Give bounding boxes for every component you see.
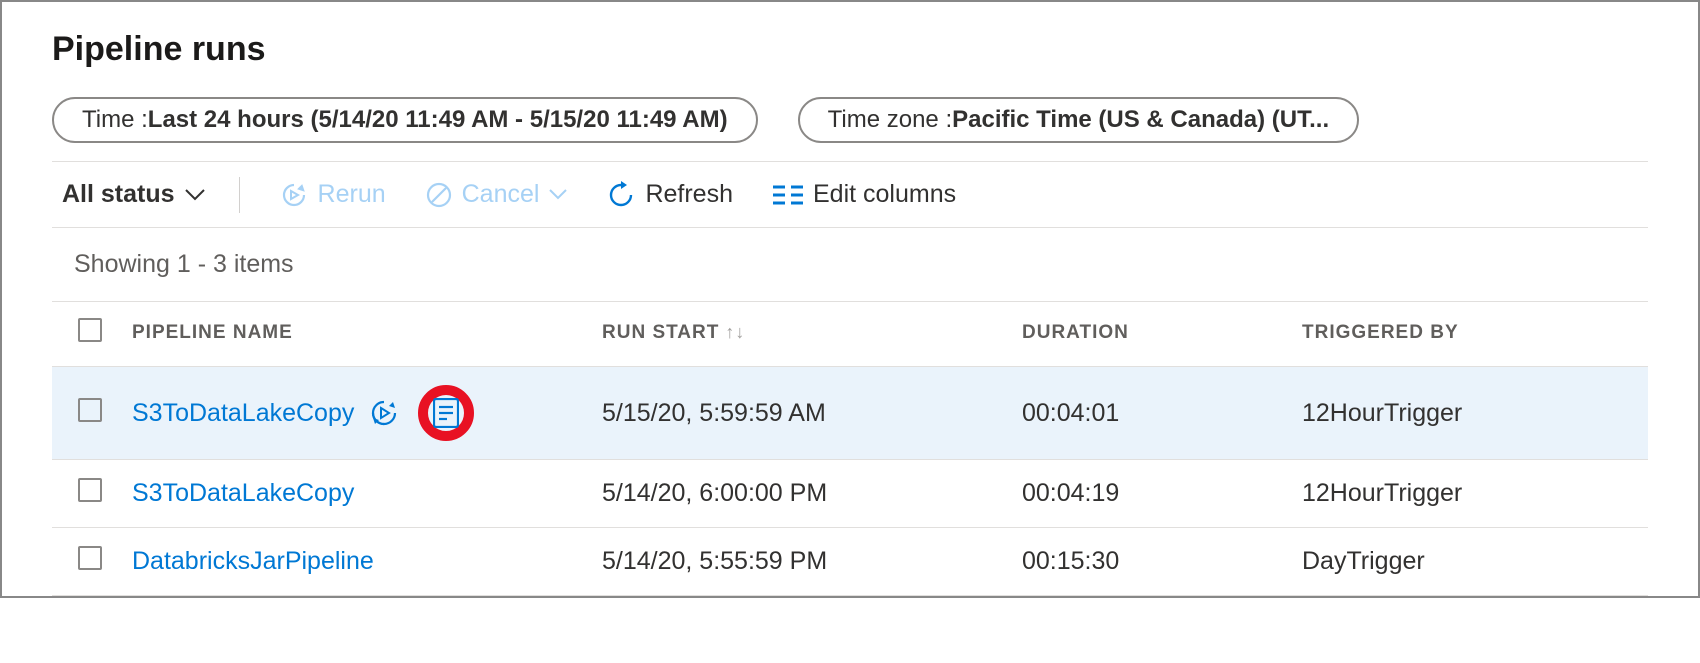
status-filter-label: All status xyxy=(62,180,175,209)
highlight-annotation xyxy=(418,385,474,441)
rerun-button[interactable]: Rerun xyxy=(274,176,392,213)
refresh-label: Refresh xyxy=(645,180,733,209)
col-header-name[interactable]: Pipeline name xyxy=(120,302,590,367)
page-title: Pipeline runs xyxy=(52,30,1648,69)
toolbar: All status Rerun Cancel Refresh xyxy=(52,162,1648,228)
row-checkbox[interactable] xyxy=(78,398,102,422)
columns-icon xyxy=(773,184,803,206)
sort-icon: ↑↓ xyxy=(725,322,745,342)
table-row[interactable]: S3ToDataLakeCopy 5/14/20, 6:00:00 PM 00:… xyxy=(52,460,1648,528)
pipeline-name-link[interactable]: S3ToDataLakeCopy xyxy=(132,479,354,507)
filter-row: Time : Last 24 hours (5/14/20 11:49 AM -… xyxy=(52,97,1648,162)
duration-cell: 00:04:01 xyxy=(1010,367,1290,460)
edit-columns-button[interactable]: Edit columns xyxy=(767,176,962,213)
timezone-filter-label: Time zone : xyxy=(828,106,953,134)
refresh-button[interactable]: Refresh xyxy=(601,176,739,213)
select-all-checkbox[interactable] xyxy=(78,318,102,342)
run-start-cell: 5/14/20, 5:55:59 PM xyxy=(590,528,1010,596)
triggered-by-cell: 12HourTrigger xyxy=(1290,460,1648,528)
time-filter[interactable]: Time : Last 24 hours (5/14/20 11:49 AM -… xyxy=(52,97,758,143)
cancel-button[interactable]: Cancel xyxy=(420,176,574,213)
pipeline-name-link[interactable]: S3ToDataLakeCopy xyxy=(132,399,354,428)
cancel-label: Cancel xyxy=(462,180,540,209)
run-start-cell: 5/14/20, 6:00:00 PM xyxy=(590,460,1010,528)
chevron-down-icon xyxy=(549,189,567,200)
consumption-row-button[interactable] xyxy=(433,398,459,428)
row-checkbox[interactable] xyxy=(78,546,102,570)
rerun-row-button[interactable] xyxy=(368,397,400,429)
row-checkbox[interactable] xyxy=(78,478,102,502)
triggered-by-cell: 12HourTrigger xyxy=(1290,367,1648,460)
rerun-label: Rerun xyxy=(318,180,386,209)
status-filter-dropdown[interactable]: All status xyxy=(62,180,205,209)
col-header-duration[interactable]: Duration xyxy=(1010,302,1290,367)
timezone-filter-value: Pacific Time (US & Canada) (UT... xyxy=(952,106,1329,134)
item-count: Showing 1 - 3 items xyxy=(52,228,1648,301)
col-header-run-start[interactable]: Run start ↑↓ xyxy=(590,302,1010,367)
table-row[interactable]: S3ToDataLakeCopy 5/15/20, 5:59:59 AM 00:… xyxy=(52,367,1648,460)
cancel-icon xyxy=(426,182,452,208)
triggered-by-cell: DayTrigger xyxy=(1290,528,1648,596)
duration-cell: 00:04:19 xyxy=(1010,460,1290,528)
timezone-filter[interactable]: Time zone : Pacific Time (US & Canada) (… xyxy=(798,97,1359,143)
refresh-icon xyxy=(607,181,635,209)
rerun-icon xyxy=(280,181,308,209)
toolbar-divider xyxy=(239,177,240,213)
duration-cell: 00:15:30 xyxy=(1010,528,1290,596)
pipeline-name-link[interactable]: DatabricksJarPipeline xyxy=(132,547,374,575)
table-row[interactable]: DatabricksJarPipeline 5/14/20, 5:55:59 P… xyxy=(52,528,1648,596)
runs-table: Pipeline name Run start ↑↓ Duration Trigg… xyxy=(52,301,1648,596)
time-filter-value: Last 24 hours (5/14/20 11:49 AM - 5/15/2… xyxy=(148,106,728,134)
chevron-down-icon xyxy=(185,189,205,201)
time-filter-label: Time : xyxy=(82,106,148,134)
edit-columns-label: Edit columns xyxy=(813,180,956,209)
run-start-cell: 5/15/20, 5:59:59 AM xyxy=(590,367,1010,460)
col-header-run-start-label: Run start xyxy=(602,322,719,343)
col-header-triggered-by[interactable]: Triggered by xyxy=(1290,302,1648,367)
